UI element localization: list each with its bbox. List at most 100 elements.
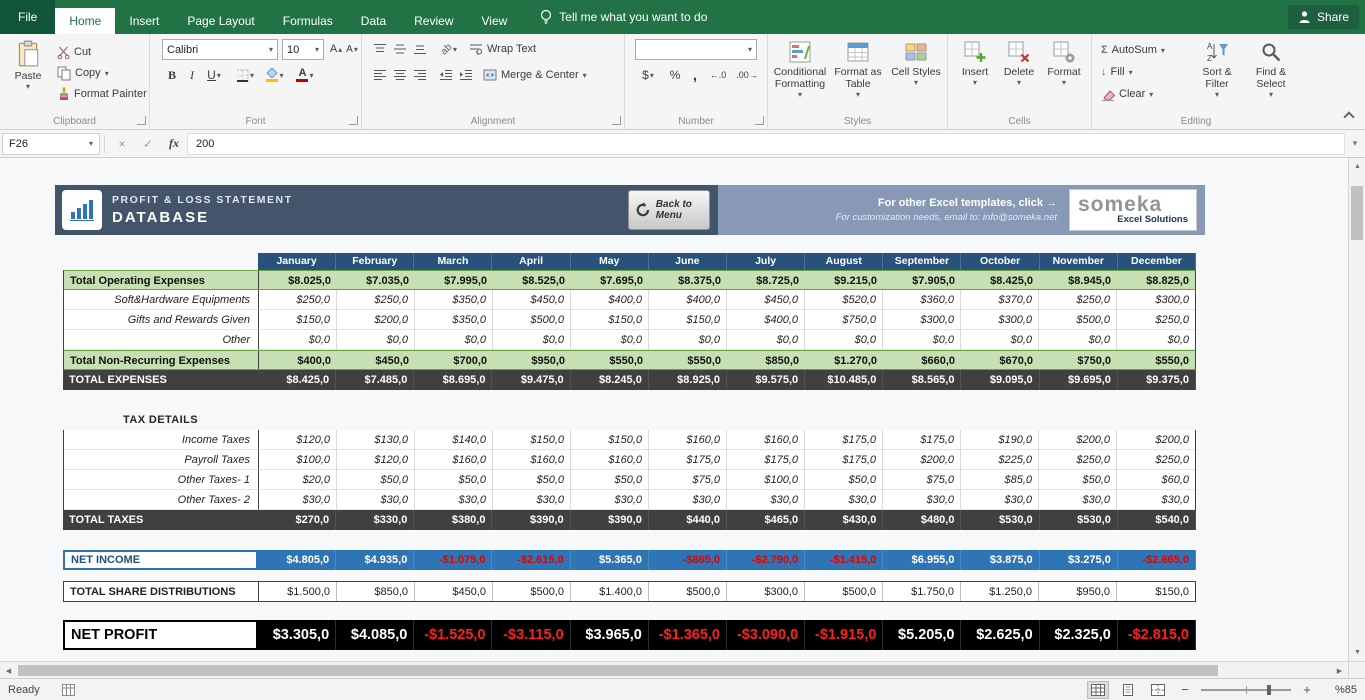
data-cell[interactable]: $350,0 bbox=[415, 310, 493, 330]
data-cell[interactable]: $175,0 bbox=[805, 450, 883, 470]
data-cell[interactable]: $150,0 bbox=[571, 430, 649, 450]
collapse-ribbon-button[interactable] bbox=[1343, 111, 1354, 122]
data-cell[interactable]: $250,0 bbox=[337, 290, 415, 310]
row-label[interactable]: Other Taxes- 1 bbox=[64, 470, 259, 490]
data-cell[interactable]: $85,0 bbox=[961, 470, 1039, 490]
decrease-indent-button[interactable] bbox=[436, 65, 456, 85]
data-cell[interactable]: $250,0 bbox=[1117, 310, 1195, 330]
month-header-january[interactable]: January bbox=[258, 253, 336, 270]
data-cell[interactable]: $30,0 bbox=[805, 490, 883, 510]
data-cell[interactable]: $0,0 bbox=[1117, 330, 1195, 350]
clipboard-dialog-launcher[interactable] bbox=[137, 116, 146, 125]
vertical-scroll-thumb[interactable] bbox=[1351, 186, 1363, 240]
data-cell[interactable]: $850,0 bbox=[337, 582, 415, 601]
data-cell[interactable]: $200,0 bbox=[1039, 430, 1117, 450]
data-cell[interactable]: $160,0 bbox=[571, 450, 649, 470]
data-cell[interactable]: $380,0 bbox=[414, 510, 492, 530]
data-cell[interactable]: $190,0 bbox=[961, 430, 1039, 450]
font-name-combo[interactable]: Calibri▾ bbox=[162, 39, 278, 60]
font-color-button[interactable]: A ▾ bbox=[292, 65, 318, 85]
row-label[interactable]: Soft&Hardware Equipments bbox=[64, 290, 259, 310]
data-cell[interactable]: $8.695,0 bbox=[414, 370, 492, 390]
data-cell[interactable]: $530,0 bbox=[1040, 510, 1118, 530]
data-cell[interactable]: $1.750,0 bbox=[883, 582, 961, 601]
month-header-august[interactable]: August bbox=[805, 253, 883, 270]
font-size-combo[interactable]: 10▾ bbox=[282, 39, 324, 60]
row-label[interactable]: Income Taxes bbox=[64, 430, 259, 450]
data-cell[interactable]: $450,0 bbox=[493, 290, 571, 310]
data-cell[interactable]: $660,0 bbox=[883, 351, 961, 369]
insert-cells-button[interactable]: Insert ▾ bbox=[954, 37, 996, 111]
tab-file[interactable]: File bbox=[0, 0, 55, 34]
data-cell[interactable]: $150,0 bbox=[493, 430, 571, 450]
data-cell[interactable]: $8.525,0 bbox=[493, 271, 571, 289]
macro-record-icon[interactable] bbox=[62, 684, 75, 696]
data-cell[interactable]: $160,0 bbox=[727, 430, 805, 450]
conditional-formatting-button[interactable]: Conditional Formatting ▾ bbox=[772, 37, 828, 111]
orientation-button[interactable]: ab▾ bbox=[436, 39, 462, 59]
row-label[interactable]: TAX DETAILS bbox=[63, 410, 258, 430]
data-cell[interactable]: $390,0 bbox=[571, 510, 649, 530]
row-label[interactable]: Other bbox=[64, 330, 259, 350]
bold-button[interactable]: B bbox=[162, 65, 182, 85]
data-cell[interactable]: $0,0 bbox=[571, 330, 649, 350]
decrease-font-size-button[interactable]: A▾ bbox=[344, 39, 360, 59]
data-cell[interactable]: -$1.525,0 bbox=[414, 620, 492, 650]
data-cell[interactable]: $430,0 bbox=[805, 510, 883, 530]
zoom-slider-thumb[interactable] bbox=[1267, 685, 1271, 695]
data-cell[interactable]: $140,0 bbox=[415, 430, 493, 450]
data-cell[interactable]: $7.905,0 bbox=[883, 271, 961, 289]
data-cell[interactable]: $8.825,0 bbox=[1117, 271, 1195, 289]
data-cell[interactable]: $0,0 bbox=[259, 330, 337, 350]
format-cells-button[interactable]: Format ▾ bbox=[1042, 37, 1086, 111]
data-cell[interactable]: $8.375,0 bbox=[649, 271, 727, 289]
data-cell[interactable]: $3.305,0 bbox=[258, 620, 336, 650]
align-center-button[interactable] bbox=[390, 65, 410, 85]
fill-color-button[interactable]: ▾ bbox=[262, 65, 288, 85]
data-cell[interactable]: $500,0 bbox=[649, 582, 727, 601]
data-cell[interactable]: $8.245,0 bbox=[571, 370, 649, 390]
tab-page-layout[interactable]: Page Layout bbox=[173, 8, 268, 34]
data-cell[interactable]: $440,0 bbox=[649, 510, 727, 530]
font-dialog-launcher[interactable] bbox=[349, 116, 358, 125]
data-cell[interactable]: $500,0 bbox=[1039, 310, 1117, 330]
data-cell[interactable]: $30,0 bbox=[727, 490, 805, 510]
data-cell[interactable]: -$1.365,0 bbox=[649, 620, 727, 650]
tab-home[interactable]: Home bbox=[55, 8, 115, 34]
data-cell[interactable]: $250,0 bbox=[259, 290, 337, 310]
data-cell[interactable]: $950,0 bbox=[1039, 582, 1117, 601]
data-cell[interactable]: $390,0 bbox=[492, 510, 570, 530]
row-label[interactable]: NET PROFIT bbox=[63, 620, 258, 650]
data-cell[interactable]: $160,0 bbox=[493, 450, 571, 470]
data-cell[interactable]: $175,0 bbox=[805, 430, 883, 450]
data-cell[interactable]: $750,0 bbox=[805, 310, 883, 330]
data-cell[interactable]: $150,0 bbox=[259, 310, 337, 330]
vertical-scrollbar[interactable]: ▲ ▼ bbox=[1348, 158, 1365, 661]
middle-align-button[interactable] bbox=[390, 39, 410, 59]
data-cell[interactable]: $50,0 bbox=[337, 470, 415, 490]
row-label[interactable]: Payroll Taxes bbox=[64, 450, 259, 470]
data-cell[interactable]: $750,0 bbox=[1039, 351, 1117, 369]
data-cell[interactable]: -$2.665,0 bbox=[1118, 550, 1196, 570]
row-label[interactable]: NET INCOME bbox=[63, 550, 258, 570]
paste-button[interactable]: Paste ▾ bbox=[5, 37, 51, 111]
data-cell[interactable]: $30,0 bbox=[259, 490, 337, 510]
data-cell[interactable]: $175,0 bbox=[649, 450, 727, 470]
data-cell[interactable]: -$2.815,0 bbox=[1118, 620, 1196, 650]
data-cell[interactable]: $500,0 bbox=[493, 310, 571, 330]
row-label[interactable]: Gifts and Rewards Given bbox=[64, 310, 259, 330]
data-cell[interactable]: $30,0 bbox=[961, 490, 1039, 510]
alignment-dialog-launcher[interactable] bbox=[612, 116, 621, 125]
align-right-button[interactable] bbox=[410, 65, 430, 85]
data-cell[interactable]: $30,0 bbox=[1039, 490, 1117, 510]
data-cell[interactable]: $540,0 bbox=[1118, 510, 1196, 530]
data-cell[interactable]: $30,0 bbox=[493, 490, 571, 510]
data-cell[interactable]: $9.095,0 bbox=[961, 370, 1039, 390]
enter-button[interactable]: ✓ bbox=[135, 133, 161, 155]
month-header-november[interactable]: November bbox=[1040, 253, 1118, 270]
share-button[interactable]: Share bbox=[1288, 5, 1359, 29]
data-cell[interactable]: $150,0 bbox=[649, 310, 727, 330]
data-cell[interactable]: $4.085,0 bbox=[336, 620, 414, 650]
data-cell[interactable]: -$2.790,0 bbox=[727, 550, 805, 570]
month-header-december[interactable]: December bbox=[1118, 253, 1196, 270]
